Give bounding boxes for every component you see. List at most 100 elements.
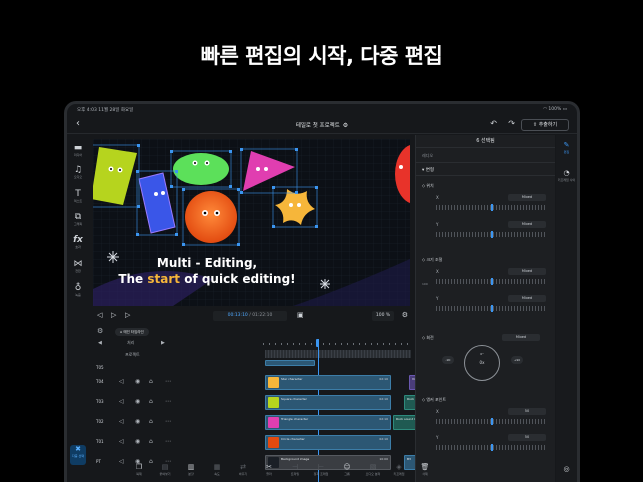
tool-graphics[interactable]: ⧉ 그래픽 bbox=[67, 212, 89, 226]
tool-keyframe[interactable]: ◈ 키프레임 bbox=[387, 463, 411, 476]
multi-select-button[interactable]: ✖ 다중 선택 bbox=[70, 445, 86, 465]
zoom-level[interactable]: 100 % bbox=[372, 311, 394, 321]
screenshot-icon[interactable]: ▣ bbox=[297, 311, 304, 319]
play-icon[interactable]: ▷ bbox=[111, 311, 116, 319]
speaker-icon[interactable]: ◁ bbox=[119, 438, 124, 445]
project-title[interactable]: 테일로 첫 프로젝트 ⚙ bbox=[67, 121, 577, 129]
speaker-icon[interactable]: ◁ bbox=[119, 458, 124, 465]
battery-icon: ▭ bbox=[562, 107, 567, 112]
value-field[interactable]: Mixed bbox=[508, 295, 546, 302]
ruler-label: 처리 bbox=[127, 340, 135, 345]
more-icon[interactable]: ⋯ bbox=[165, 378, 171, 385]
slider-cursor bbox=[491, 204, 493, 211]
video-preview[interactable]: Multi - Editing, The start of quick edit… bbox=[93, 139, 410, 306]
rotate-minus-button[interactable]: -90 bbox=[442, 356, 454, 364]
rotation-value-field[interactable]: Mixed bbox=[502, 334, 540, 341]
tool-media[interactable]: ▬ 미디어 bbox=[67, 143, 89, 157]
eye-icon[interactable]: ◉ bbox=[135, 418, 140, 425]
speaker-icon[interactable]: ◁ bbox=[119, 398, 124, 405]
settings-icon[interactable]: ⚙ bbox=[402, 311, 408, 319]
status-battery: ◠ 100% ▭ bbox=[543, 107, 567, 112]
value-slider[interactable] bbox=[436, 444, 546, 451]
anchor-label: ◇ 앵커 포인트 bbox=[422, 397, 446, 403]
gear-icon[interactable]: ⚙ bbox=[343, 122, 348, 129]
preview-canvas: Multi - Editing, The start of quick edit… bbox=[93, 139, 410, 306]
value-field[interactable]: Mixed bbox=[508, 268, 546, 275]
value-slider[interactable] bbox=[436, 278, 546, 285]
rotate-plus-button[interactable]: +90 bbox=[511, 356, 523, 364]
transform-section[interactable]: ▾ 변형 bbox=[416, 163, 555, 176]
timeline-clip[interactable] bbox=[265, 360, 315, 366]
tool-audio[interactable]: ♫ 오디오 bbox=[67, 165, 89, 179]
ruler-right-icon[interactable]: ▶ bbox=[161, 340, 165, 346]
timeline-clip[interactable]: Circle character 02:10 bbox=[265, 435, 391, 450]
value-field[interactable]: Mixed bbox=[508, 221, 546, 228]
skip-back-icon[interactable]: ◁ bbox=[97, 311, 102, 319]
tool-effects[interactable]: fx 효과 bbox=[67, 235, 89, 249]
rotation-dial[interactable]: 0x 0° bbox=[464, 345, 500, 381]
track-row[interactable]: T01 ◁ ◉ ⌂ ⋯ Circle character 02:10 bbox=[93, 434, 411, 452]
lock-icon[interactable]: ⌂ bbox=[149, 438, 153, 445]
tool-replace[interactable]: ⇄ 바꾸기 bbox=[231, 463, 255, 476]
keyframe-tab[interactable]: ◔ 키프레임 사이 bbox=[556, 169, 577, 182]
undo-icon[interactable]: ↶ bbox=[490, 119, 497, 128]
tool-label: 붙여넣기 bbox=[159, 472, 171, 476]
tool-group[interactable]: ☺ 그룹 bbox=[335, 463, 359, 476]
edit-tab[interactable]: ✎ 편집 bbox=[556, 141, 577, 154]
multi-select-icon: ✖ bbox=[75, 445, 81, 453]
main-timeline-chip[interactable]: ⌂ 메인 타임라인 bbox=[115, 328, 149, 336]
track-row[interactable]: T04 ◁ ◉ ⌂ ⋯ Star character02:10 Video ef… bbox=[93, 374, 479, 392]
value-slider[interactable] bbox=[436, 231, 546, 238]
tool-freeze[interactable]: ⊢ 정지 프레임 bbox=[309, 463, 333, 476]
panel-tab[interactable]: 레디오 bbox=[416, 148, 555, 163]
total-time: 01:22:10 bbox=[252, 313, 273, 318]
lock-icon[interactable]: ⌂ bbox=[149, 378, 153, 385]
tool-speed[interactable]: ▦ 속도 bbox=[205, 463, 229, 476]
speaker-icon[interactable]: ◁ bbox=[119, 418, 124, 425]
value-slider[interactable] bbox=[436, 204, 546, 211]
play-panel-button[interactable]: ◎ bbox=[556, 465, 577, 474]
value-field[interactable]: Mixed bbox=[508, 194, 546, 201]
tool-label: 트리밍 bbox=[290, 472, 300, 476]
export-button[interactable]: ⇪ 추출하기 bbox=[521, 119, 569, 131]
tool-text[interactable]: T 텍스트 bbox=[67, 189, 89, 203]
clip-label: B3 bbox=[407, 457, 411, 461]
value-field[interactable]: 50 bbox=[508, 408, 546, 415]
speaker-icon[interactable]: ◁ bbox=[119, 378, 124, 385]
track-row[interactable]: T02 ◁ ◉ ⌂ ⋯ Triangle character 02:10 Rock… bbox=[93, 414, 451, 432]
eye-icon[interactable]: ◉ bbox=[135, 398, 140, 405]
timeline-clip[interactable]: Triangle character 02:10 bbox=[265, 415, 391, 430]
tool-transition[interactable]: ⋈ 전환 bbox=[67, 259, 89, 273]
tool-trim[interactable]: ⊣ 트리밍 bbox=[283, 463, 307, 476]
lock-icon[interactable]: ⌂ bbox=[149, 398, 153, 405]
more-icon[interactable]: ⋯ bbox=[165, 398, 171, 405]
eye-icon[interactable]: ◉ bbox=[135, 438, 140, 445]
tool-record[interactable]: ♁ 녹음 bbox=[67, 283, 89, 297]
circle-character[interactable] bbox=[185, 191, 237, 243]
skip-forward-icon[interactable]: ▷ bbox=[125, 311, 130, 319]
tool-detach[interactable]: ▧ 오디오 분리 bbox=[361, 463, 385, 476]
value-slider[interactable] bbox=[436, 418, 546, 425]
tool-paste[interactable]: ▤ 붙여넣기 bbox=[153, 463, 177, 476]
eye-icon[interactable]: ◉ bbox=[135, 378, 140, 385]
tool-cut[interactable]: ✂ 잘라 bbox=[257, 463, 281, 476]
chain-value: 100 bbox=[422, 282, 428, 286]
more-icon[interactable]: ⋯ bbox=[165, 418, 171, 425]
tool-split[interactable]: ▥ 분할 bbox=[179, 463, 203, 476]
value-slider[interactable] bbox=[436, 305, 546, 312]
tool-delete[interactable]: 🗑 삭제 bbox=[413, 463, 437, 476]
more-icon[interactable]: ⋯ bbox=[165, 438, 171, 445]
slider-cursor bbox=[491, 278, 493, 285]
clip-label: Circle character bbox=[281, 437, 305, 441]
tool-copy[interactable]: ❐ 복제 bbox=[127, 463, 151, 476]
play-circle-icon: ◎ bbox=[563, 465, 570, 473]
timeline-clip[interactable]: Square character 02:10 bbox=[265, 395, 391, 410]
timeline-settings-icon[interactable]: ⚙ bbox=[97, 327, 103, 335]
redo-icon[interactable]: ↷ bbox=[508, 119, 515, 128]
timeline-clip[interactable]: Star character 02:10 bbox=[265, 375, 391, 390]
ruler-left-icon[interactable]: ◀ bbox=[98, 340, 102, 346]
green-oval-character[interactable] bbox=[173, 153, 229, 185]
track-row[interactable]: T03 ◁ ◉ ⌂ ⋯ Square character02:10 Rock s… bbox=[93, 394, 444, 412]
value-field[interactable]: 50 bbox=[508, 434, 546, 441]
lock-icon[interactable]: ⌂ bbox=[149, 418, 153, 425]
